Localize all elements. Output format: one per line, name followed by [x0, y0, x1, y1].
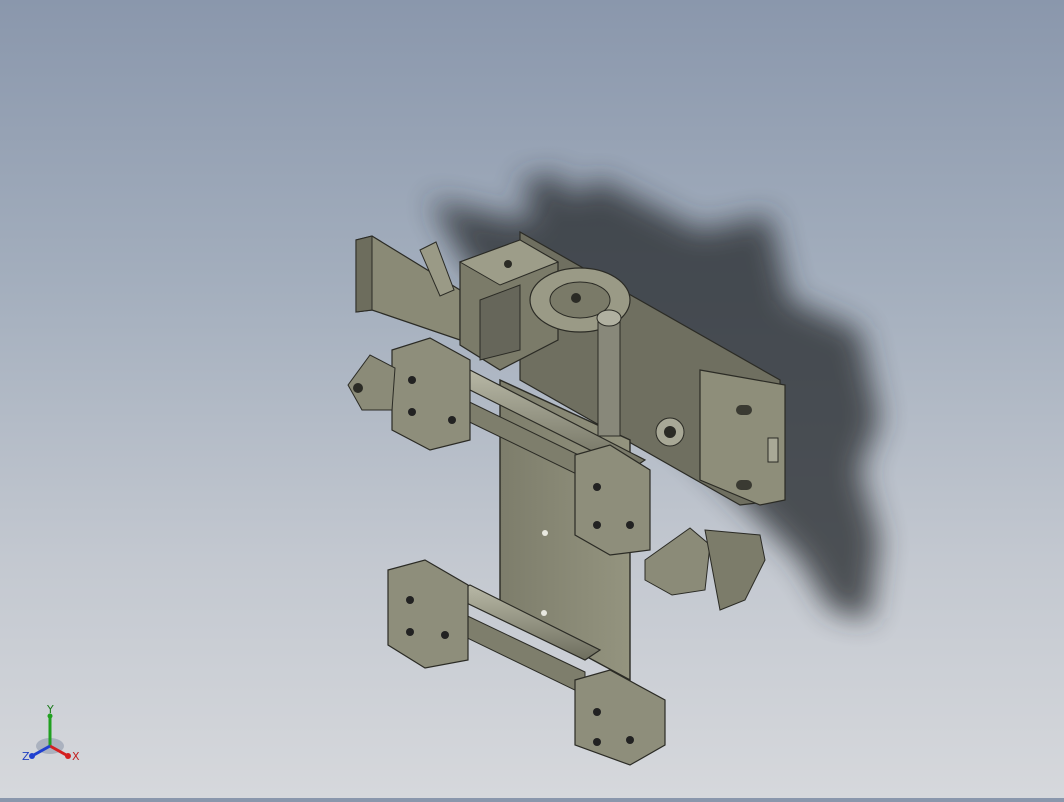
- assembly-model-canvas[interactable]: [0, 0, 1064, 798]
- roller-bearing[interactable]: [655, 417, 685, 447]
- right-side-clamp[interactable]: [644, 527, 766, 611]
- carriage-block-lower-right[interactable]: [574, 669, 666, 766]
- carriage-block-lower-left[interactable]: [387, 559, 469, 669]
- z-axis-label: Z: [22, 750, 30, 763]
- guide-rod[interactable]: [596, 309, 622, 437]
- y-axis-label: Y: [46, 703, 54, 716]
- left-side-clamp[interactable]: [347, 354, 396, 411]
- x-axis-label: X: [72, 750, 80, 763]
- orientation-triad[interactable]: Y X Z: [18, 700, 88, 770]
- cad-3d-viewport[interactable]: [0, 0, 1064, 798]
- carriage-block-upper-left[interactable]: [391, 337, 471, 451]
- left-top-bracket[interactable]: [355, 235, 461, 341]
